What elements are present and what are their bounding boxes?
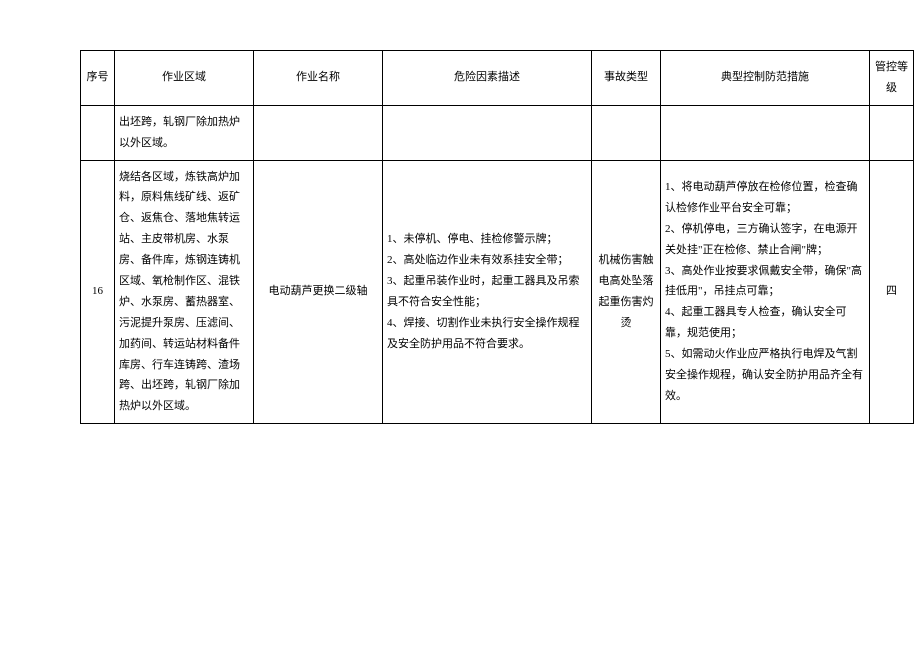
cell-hazard: [383, 105, 592, 160]
cell-measure: [661, 105, 870, 160]
col-hazard: 危险因素描述: [383, 51, 592, 106]
cell-seq: [81, 105, 115, 160]
cell-area: 烧结各区域，炼铁高炉加料，原料焦线矿线、返矿仓、返焦仓、落地焦转运站、主皮带机房…: [115, 160, 254, 424]
cell-name: [254, 105, 383, 160]
col-level: 管控等级: [870, 51, 914, 106]
cell-level: [870, 105, 914, 160]
col-area: 作业区域: [115, 51, 254, 106]
cell-area: 出坯跨，轧钢厂除加热炉以外区域。: [115, 105, 254, 160]
cell-seq: 16: [81, 160, 115, 424]
col-measure: 典型控制防范措施: [661, 51, 870, 106]
cell-level: 四: [870, 160, 914, 424]
col-type: 事故类型: [592, 51, 661, 106]
cell-name: 电动葫芦更换二级轴: [254, 160, 383, 424]
table-row: 16 烧结各区域，炼铁高炉加料，原料焦线矿线、返矿仓、返焦仓、落地焦转运站、主皮…: [81, 160, 914, 424]
table-row: 出坯跨，轧钢厂除加热炉以外区域。: [81, 105, 914, 160]
col-seq: 序号: [81, 51, 115, 106]
cell-type: 机械伤害触电高处坠落起重伤害灼烫: [592, 160, 661, 424]
cell-measure: 1、将电动葫芦停放在检修位置，检查确认检修作业平台安全可靠；2、停机停电，三方确…: [661, 160, 870, 424]
col-name: 作业名称: [254, 51, 383, 106]
cell-type: [592, 105, 661, 160]
cell-hazard: 1、未停机、停电、挂检修警示牌；2、高处临边作业未有效系挂安全带；3、起重吊装作…: [383, 160, 592, 424]
